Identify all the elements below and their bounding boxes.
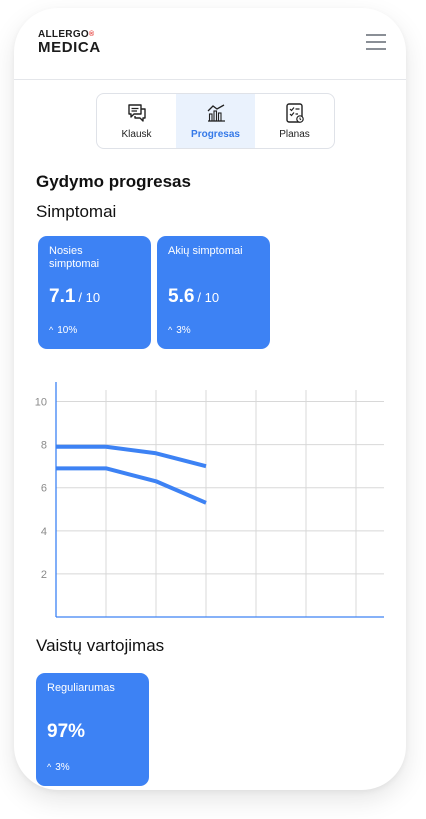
y-tick-label: 2 xyxy=(41,569,47,581)
tab-label: Planas xyxy=(279,129,310,140)
card-title: Reguliarumas xyxy=(47,682,115,694)
nose-symptoms-card[interactable]: Nosies simptomai 7.1/ 10 ^ 10% xyxy=(38,236,151,349)
regularity-card[interactable]: Reguliarumas 97% ^ 3% xyxy=(36,673,149,786)
checklist-icon xyxy=(285,103,304,123)
card-value: 97% xyxy=(47,721,86,742)
trend-up-icon: ^ xyxy=(168,325,173,335)
card-value: 5.6 xyxy=(168,286,195,307)
hamburger-icon[interactable] xyxy=(366,33,386,51)
card-max: / 10 xyxy=(78,290,101,305)
y-tick-label: 8 xyxy=(41,440,47,452)
eye-symptoms-card[interactable]: Akių simptomai 5.6/ 10 ^ 3% xyxy=(157,236,270,349)
tab-bar: Klausk Progresas Planas xyxy=(96,93,335,149)
card-title: Nosies simptomai xyxy=(49,245,100,270)
card-value: 7.1 xyxy=(49,286,76,307)
app-header: ALLERGO® MEDICA xyxy=(14,8,406,80)
trend-up-icon: ^ xyxy=(49,325,54,335)
page-title: Gydymo progresas xyxy=(36,172,191,191)
logo-registered-mark: ® xyxy=(89,31,95,38)
card-max: / 10 xyxy=(197,290,220,305)
series-line-2 xyxy=(56,466,207,505)
card-delta: 3% xyxy=(176,325,191,336)
tab-label: Klausk xyxy=(121,129,152,140)
medication-heading: Vaistų vartojimas xyxy=(36,636,165,655)
tab-progresas[interactable]: Progresas xyxy=(176,94,255,148)
chart-icon xyxy=(207,104,225,122)
y-tick-label: 4 xyxy=(41,526,47,538)
tab-klausk[interactable]: Klausk xyxy=(97,94,176,148)
card-delta: 10% xyxy=(57,325,78,336)
card-title: Akių simptomai xyxy=(168,245,243,257)
y-tick-label: 10 xyxy=(35,397,47,409)
logo-line2: MEDICA xyxy=(38,39,101,56)
tab-planas[interactable]: Planas xyxy=(255,94,334,148)
tab-label: Progresas xyxy=(191,129,240,140)
card-delta: 3% xyxy=(55,762,70,773)
trend-up-icon: ^ xyxy=(47,762,52,772)
allergomedica-logo[interactable]: ALLERGO® MEDICA xyxy=(38,30,101,56)
phone-frame: ALLERGO® MEDICA Klausk Progresas Planas … xyxy=(14,8,406,790)
y-tick-label: 6 xyxy=(41,483,47,495)
symptoms-heading: Simptomai xyxy=(36,202,117,221)
chat-icon xyxy=(127,104,146,122)
symptoms-line-chart: 2 4 6 8 10 xyxy=(35,382,384,618)
series-line-1 xyxy=(56,444,207,469)
